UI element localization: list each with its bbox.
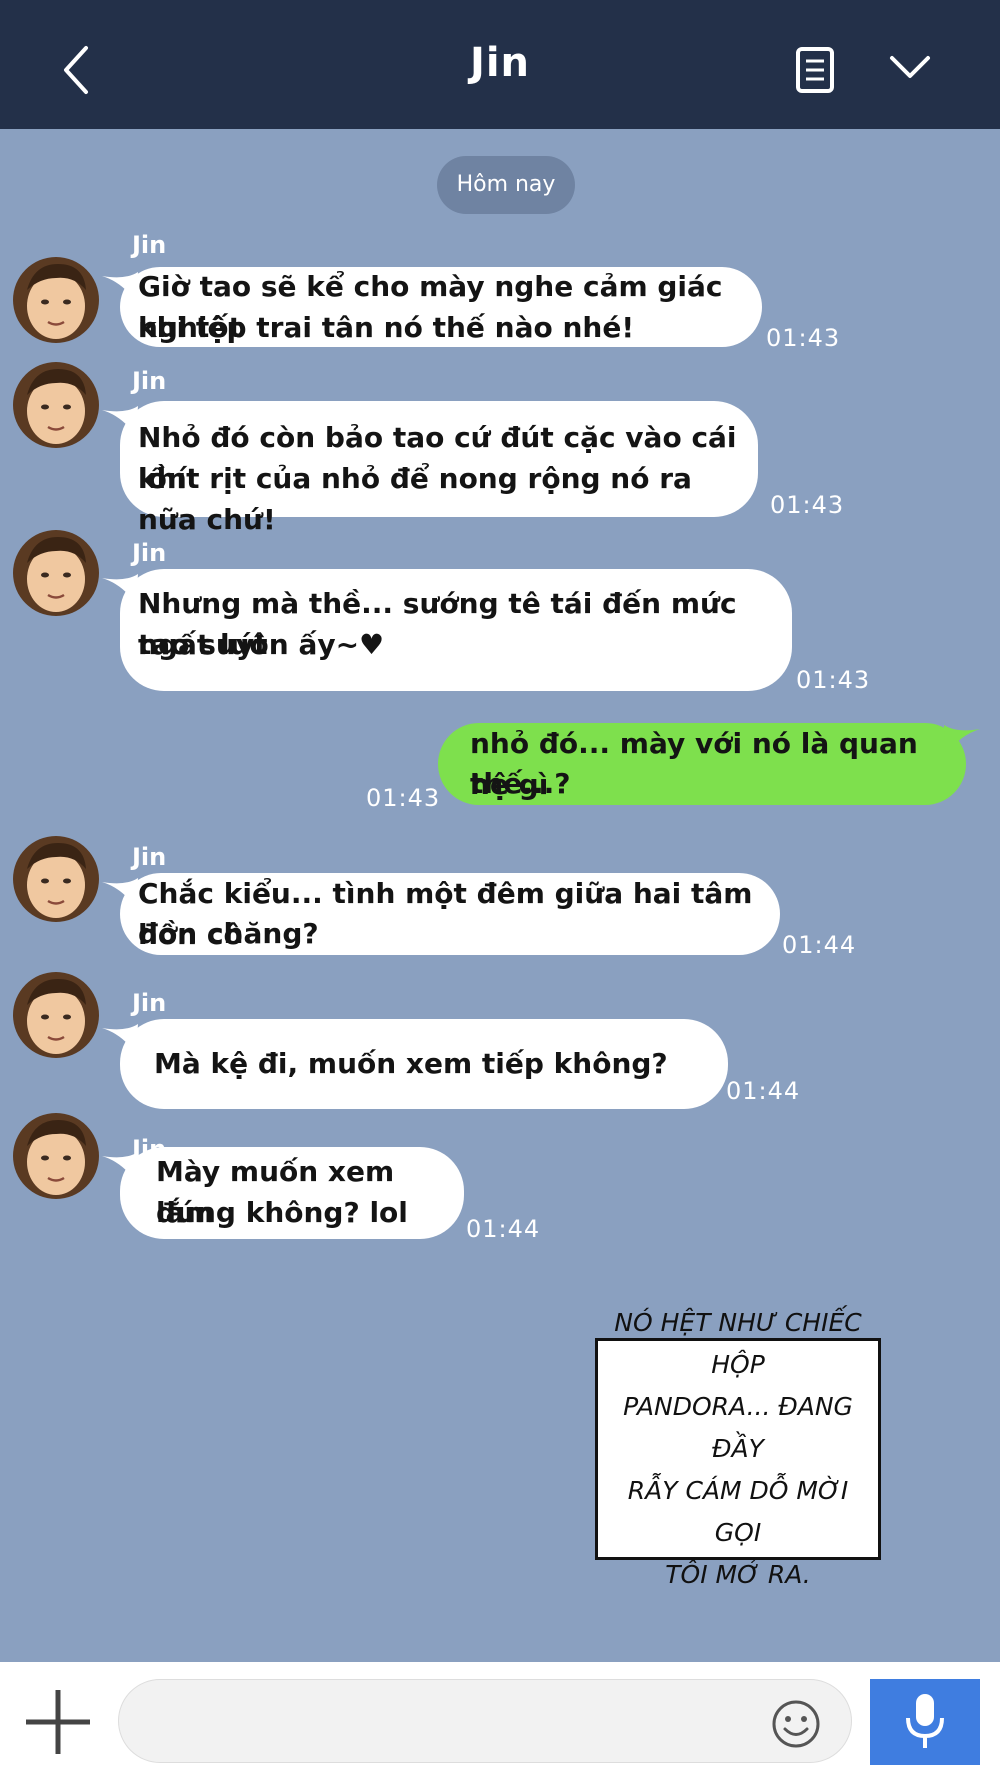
- notes-button[interactable]: [785, 40, 845, 100]
- message-time: 01:43: [366, 784, 441, 812]
- sender-name: Jin: [132, 231, 167, 259]
- message-input[interactable]: [118, 1679, 852, 1763]
- narration-box: NÓ HỆT NHƯ CHIẾC HỘP PANDORA... ĐANG ĐẦY…: [595, 1308, 881, 1589]
- microphone-icon: [906, 1694, 944, 1748]
- sender-name: Jin: [132, 539, 167, 567]
- message-bubble[interactable]: Chắc kiểu... tình một đêm giữa hai tâm h…: [120, 873, 780, 955]
- smiley-icon: [772, 1700, 820, 1748]
- attach-button[interactable]: [22, 1686, 94, 1758]
- avatar[interactable]: [12, 256, 100, 344]
- message-text: đơn chăng?: [138, 917, 319, 950]
- sender-name: Jin: [132, 367, 167, 395]
- plus-icon: [26, 1690, 90, 1754]
- menu-toggle-button[interactable]: [880, 36, 940, 96]
- message-text: thế...?: [470, 767, 571, 800]
- avatar[interactable]: [12, 361, 100, 449]
- chevron-down-icon: [890, 56, 930, 78]
- chat-header: Jin: [0, 0, 1000, 129]
- avatar[interactable]: [12, 971, 100, 1059]
- message-time: 01:44: [466, 1215, 541, 1243]
- message-text: Mà kệ đi, muốn xem tiếp không?: [154, 1047, 668, 1080]
- avatar[interactable]: [12, 1112, 100, 1200]
- message-bubble[interactable]: Nhỏ đó còn bảo tao cứ đút cặc vào cái lồ…: [120, 401, 758, 536]
- narration-line: NÓ HỆT NHƯ CHIẾC HỘP: [614, 1308, 862, 1379]
- notes-icon: [796, 47, 834, 93]
- narration-line: RẪY CÁM DỖ MỜI GỌI: [627, 1476, 849, 1547]
- message-input-bar: [0, 1662, 1000, 1778]
- sender-name: Jin: [132, 843, 167, 871]
- narration-line: PANDORA... ĐANG ĐẦY: [623, 1392, 853, 1463]
- message-time: 01:44: [782, 931, 857, 959]
- avatar[interactable]: [12, 529, 100, 617]
- sender-name: Jin: [132, 989, 167, 1017]
- emoji-button[interactable]: [770, 1698, 822, 1750]
- narration-line: TÔI MỞ RA.: [665, 1560, 811, 1589]
- message-bubble[interactable]: Nhưng mà thề... sướng tê tái đến mức tao…: [120, 569, 792, 691]
- chat-area[interactable]: Hôm nay Jin Giờ tao sẽ kể cho mày nghe c…: [0, 129, 1000, 1662]
- message-text: ngất luôn ấy~♥: [138, 628, 385, 661]
- message-text: nghiệp trai tân nó thế nào nhé!: [138, 311, 635, 344]
- message-time: 01:43: [796, 666, 871, 694]
- chat-title: Jin: [469, 40, 531, 86]
- message-bubble[interactable]: nhỏ đó... mày với nó là quan hệ gì thế..…: [438, 723, 966, 805]
- message-text: đúng không? lol: [156, 1196, 408, 1229]
- message-bubble[interactable]: Giờ tao sẽ kể cho mày nghe cảm giác khi …: [120, 267, 762, 347]
- message-time: 01:44: [726, 1077, 801, 1105]
- bubble-tail: [944, 725, 980, 755]
- message-time: 01:43: [770, 491, 845, 519]
- message-text: khít rịt của nhỏ để nong rộng nó ra nữa …: [138, 462, 692, 536]
- message-time: 01:43: [766, 324, 841, 352]
- avatar[interactable]: [12, 835, 100, 923]
- message-bubble[interactable]: Mày muốn xem lắm đúng không? lol: [120, 1147, 464, 1239]
- voice-button[interactable]: [870, 1679, 980, 1765]
- message-bubble[interactable]: Mà kệ đi, muốn xem tiếp không?: [120, 1019, 728, 1109]
- date-separator: Hôm nay: [437, 156, 575, 214]
